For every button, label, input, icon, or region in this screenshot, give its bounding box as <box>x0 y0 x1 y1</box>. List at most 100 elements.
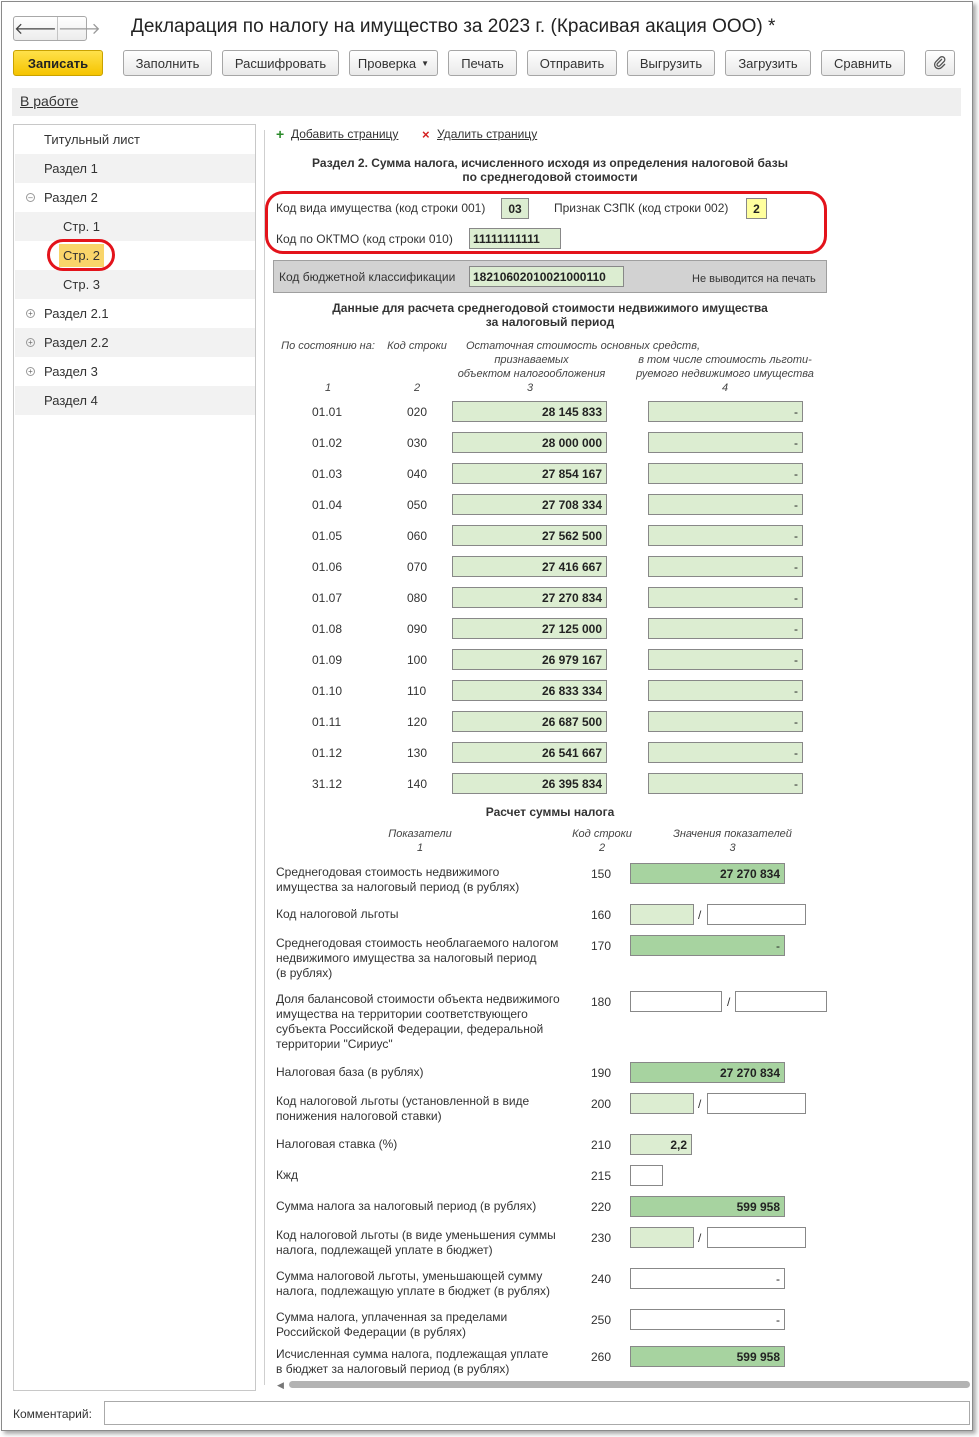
row160-field-b[interactable] <box>707 904 806 925</box>
avg-row-value[interactable]: 26 541 667 <box>452 742 607 763</box>
row260-value[interactable]: 599 958 <box>630 1346 785 1367</box>
decode-button[interactable]: Расшифровать <box>222 50 339 76</box>
row240-value[interactable]: - <box>630 1268 785 1289</box>
content-left-border <box>264 130 265 1385</box>
row215-field[interactable] <box>630 1165 663 1186</box>
row220-value[interactable]: 599 958 <box>630 1196 785 1217</box>
send-button[interactable]: Отправить <box>527 50 617 76</box>
avg-row-lgot-value[interactable]: - <box>648 773 803 794</box>
comment-input[interactable] <box>104 1401 970 1425</box>
avg-row-value[interactable]: 27 125 000 <box>452 618 607 639</box>
col3-line3: объектом налогообложения <box>457 368 606 380</box>
avg-row-lgot-value[interactable]: - <box>648 680 803 701</box>
row160-slash: / <box>698 908 702 922</box>
export-button[interactable]: Выгрузить <box>627 50 715 76</box>
avg-row-lgot-value[interactable]: - <box>648 494 803 515</box>
calc-col-header-2: Код строки 2 <box>566 827 638 855</box>
avg-row-value[interactable]: 27 416 667 <box>452 556 607 577</box>
kbk-field[interactable]: 18210602010021000110 <box>469 266 624 287</box>
avg-row-value[interactable]: 27 562 500 <box>452 525 607 546</box>
avg-row-date: 01.02 <box>312 436 343 450</box>
row250-code: 250 <box>591 1313 612 1327</box>
avg-row-code: 020 <box>407 405 428 419</box>
avg-row-date: 31.12 <box>312 777 343 791</box>
comment-label: Комментарий: <box>13 1407 92 1421</box>
avg-row-lgot-value[interactable]: - <box>648 587 803 608</box>
row160-field-a[interactable] <box>630 904 694 925</box>
tree-item-section-1[interactable]: Раздел 1 <box>15 154 255 183</box>
row210-value[interactable]: 2,2 <box>630 1134 692 1155</box>
avg-row-lgot-value[interactable]: - <box>648 401 803 422</box>
expand-icon[interactable]: + <box>26 367 35 376</box>
avg-row-value[interactable]: 27 854 167 <box>452 463 607 484</box>
calc-col3-num: 3 <box>729 842 736 854</box>
avg-row-lgot-value[interactable]: - <box>648 618 803 639</box>
avg-row-lgot-value[interactable]: - <box>648 463 803 484</box>
forward-arrow-icon[interactable]: 🡒 <box>56 17 101 40</box>
avg-row-value[interactable]: 26 979 167 <box>452 649 607 670</box>
avg-row-value[interactable]: 27 270 834 <box>452 587 607 608</box>
fill-button[interactable]: Заполнить <box>123 50 212 76</box>
scroll-left-arrow-icon[interactable]: ◀ <box>277 1380 284 1391</box>
tree-item-section-2[interactable]: – Раздел 2 <box>15 183 255 212</box>
section-tree: Титульный лист Раздел 1 – Раздел 2 Стр. 1… <box>13 124 256 1391</box>
row170-code: 170 <box>591 939 612 953</box>
collapse-icon[interactable]: – <box>26 193 35 202</box>
row230-label: Код налоговой льготы (в виде уменьшения … <box>276 1228 556 1258</box>
col4-line2: руемого недвижимого имущества <box>636 368 814 380</box>
avg-row-value[interactable]: 28 000 000 <box>452 432 607 453</box>
tree-item-page-1[interactable]: Стр. 1 <box>15 212 255 241</box>
row230-field-a[interactable] <box>630 1227 694 1248</box>
tree-item-section-3[interactable]: + Раздел 3 <box>15 357 255 386</box>
tree-item-title-page[interactable]: Титульный лист <box>15 125 255 154</box>
avg-row-value[interactable]: 26 395 834 <box>452 773 607 794</box>
row170-value[interactable]: - <box>630 935 785 956</box>
avg-row-value[interactable]: 26 687 500 <box>452 711 607 732</box>
tree-item-section-2-1[interactable]: + Раздел 2.1 <box>15 299 255 328</box>
print-button[interactable]: Печать <box>448 50 517 76</box>
avg-row-lgot-value[interactable]: - <box>648 711 803 732</box>
delete-page-link[interactable]: Удалить страницу <box>437 127 537 141</box>
expand-icon[interactable]: + <box>26 309 35 318</box>
horizontal-scrollbar[interactable] <box>289 1381 970 1388</box>
tree-item-page-3[interactable]: Стр. 3 <box>15 270 255 299</box>
row180-code: 180 <box>591 995 612 1009</box>
row190-value[interactable]: 27 270 834 <box>630 1062 785 1083</box>
row180-field-a[interactable] <box>630 991 722 1012</box>
row200-label: Код налоговой льготы (установленной в ви… <box>276 1094 529 1124</box>
save-button[interactable]: Записать <box>13 50 103 76</box>
row240-label-line2: налога, подлежащую уплате в бюджет (в ру… <box>276 1284 551 1298</box>
avg-row-lgot-value[interactable]: - <box>648 649 803 670</box>
highlight-oval-selected-page <box>47 239 115 271</box>
avg-row-lgot-value[interactable]: - <box>648 432 803 453</box>
row230-field-b[interactable] <box>707 1227 806 1248</box>
row150-value[interactable]: 27 270 834 <box>630 863 785 884</box>
import-button[interactable]: Загрузить <box>725 50 811 76</box>
avg-row-value[interactable]: 26 833 334 <box>452 680 607 701</box>
tree-item-section-4[interactable]: Раздел 4 <box>15 386 255 415</box>
add-page-icon[interactable]: + <box>276 126 284 142</box>
row170-label-line2: недвижимого имущества за налоговый перио… <box>276 951 537 965</box>
status-link[interactable]: В работе <box>20 93 78 109</box>
col4-line1: в том числе стоимость льготи- <box>638 354 812 366</box>
check-dropdown-button[interactable]: Проверка ▼ <box>349 50 438 76</box>
attach-button[interactable] <box>925 50 955 76</box>
avg-row-lgot-value[interactable]: - <box>648 556 803 577</box>
back-arrow-icon[interactable]: 🡐 <box>14 17 57 40</box>
add-page-link[interactable]: Добавить страницу <box>291 127 398 141</box>
expand-icon[interactable]: + <box>26 338 35 347</box>
row180-field-b[interactable] <box>735 991 827 1012</box>
avg-row-lgot-value[interactable]: - <box>648 742 803 763</box>
avg-row-date: 01.09 <box>312 653 343 667</box>
avg-row-value[interactable]: 27 708 334 <box>452 494 607 515</box>
compare-button[interactable]: Сравнить <box>821 50 905 76</box>
row180-label: Доля балансовой стоимости объекта недвиж… <box>276 992 560 1052</box>
tree-item-section-2-2[interactable]: + Раздел 2.2 <box>15 328 255 357</box>
delete-page-icon[interactable]: × <box>422 127 430 142</box>
row250-value[interactable]: - <box>630 1309 785 1330</box>
avg-row-value[interactable]: 28 145 833 <box>452 401 607 422</box>
avg-row-lgot-value[interactable]: - <box>648 525 803 546</box>
row200-field-a[interactable] <box>630 1093 694 1114</box>
avg-row-date: 01.03 <box>312 467 343 481</box>
row200-field-b[interactable] <box>707 1093 806 1114</box>
